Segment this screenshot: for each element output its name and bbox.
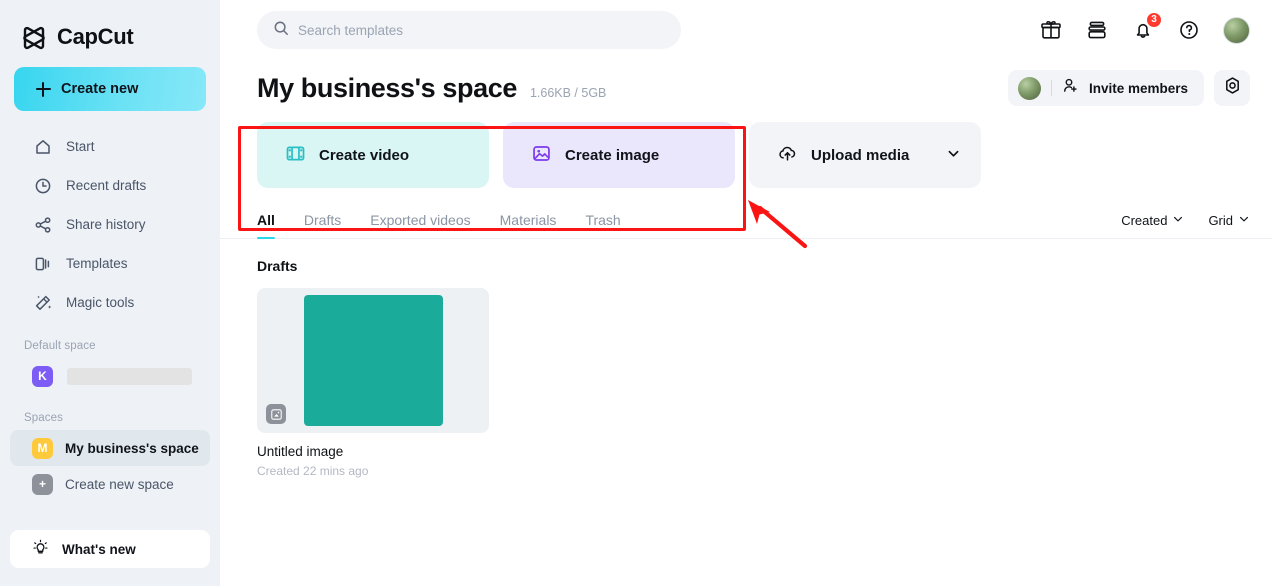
chevron-down-icon: [1238, 213, 1250, 228]
tab-materials[interactable]: Materials: [500, 212, 557, 238]
space-name-skeleton: [67, 367, 192, 385]
archive-icon[interactable]: [1085, 19, 1108, 42]
cloud-upload-icon: [777, 143, 798, 168]
whats-new-label: What's new: [62, 541, 136, 557]
lightbulb-icon: [32, 539, 49, 559]
drafts-section-title: Drafts: [257, 258, 298, 274]
invite-members-button[interactable]: Invite members: [1007, 70, 1204, 106]
create-new-button[interactable]: Create new: [14, 67, 206, 111]
sidebar-item-recent-drafts[interactable]: Recent drafts: [10, 166, 210, 205]
draft-card[interactable]: Untitled image Created 22 mins ago: [257, 288, 489, 478]
upload-media-label: Upload media: [811, 146, 910, 164]
gear-icon: [1223, 76, 1242, 100]
space-label: Create new space: [65, 476, 174, 492]
topbar: Search templates 3: [220, 0, 1272, 60]
tab-trash[interactable]: Trash: [585, 212, 620, 238]
sidebar-item-label: Share history: [66, 217, 146, 232]
sidebar-item-label: Recent drafts: [66, 178, 147, 193]
sidebar-default-space[interactable]: K: [10, 358, 210, 394]
page-header: My business's space 1.66KB / 5GB Invite …: [220, 60, 1272, 106]
create-new-label: Create new: [61, 81, 139, 97]
sidebar-item-label: Templates: [66, 256, 128, 271]
templates-icon: [34, 255, 52, 273]
storage-usage: 1.66KB / 5GB: [529, 85, 607, 100]
capcut-workspace-page: CapCut Create new Start Recent drafts Sh…: [0, 0, 1272, 586]
sidebar-item-share-history[interactable]: Share history: [10, 205, 210, 244]
tab-exported-videos[interactable]: Exported videos: [370, 212, 470, 238]
draft-subtitle: Created 22 mins ago: [257, 464, 369, 478]
brand: CapCut: [0, 0, 220, 56]
space-label: My business's space: [65, 440, 199, 456]
view-grid-dropdown[interactable]: Grid: [1208, 213, 1250, 228]
help-circle-icon[interactable]: [1177, 19, 1200, 42]
space-avatar-m: M: [32, 437, 53, 459]
chevron-down-icon: [1172, 213, 1184, 228]
search-icon: [273, 20, 289, 41]
bell-icon[interactable]: 3: [1131, 11, 1162, 42]
person-add-icon: [1062, 77, 1079, 99]
action-buttons-row: Create video Create image Upload media: [220, 106, 1272, 188]
share-icon: [34, 216, 52, 234]
draft-title: Untitled image: [257, 444, 344, 459]
page-title: My business's space: [257, 72, 517, 103]
spaces-label: Spaces: [24, 412, 63, 424]
plus-square-icon: +: [32, 473, 53, 495]
space-avatar-k: K: [32, 365, 53, 387]
magic-wand-icon: [34, 294, 52, 312]
topbar-actions: 3: [1039, 11, 1250, 44]
sort-created-dropdown[interactable]: Created: [1121, 213, 1184, 228]
search-placeholder: Search templates: [298, 22, 404, 38]
plus-icon: [36, 81, 51, 97]
image-icon: [531, 143, 552, 168]
sidebar-item-label: Start: [66, 139, 95, 154]
whats-new-button[interactable]: What's new: [10, 530, 210, 568]
draft-thumbnail[interactable]: [257, 288, 489, 433]
chevron-down-icon[interactable]: [946, 146, 961, 165]
content-area: Drafts Untitled image Created 22 mins ag…: [220, 239, 1272, 478]
sidebar-item-label: Magic tools: [66, 295, 135, 310]
member-avatar: [1017, 76, 1041, 100]
gift-icon[interactable]: [1039, 19, 1062, 42]
user-avatar[interactable]: [1223, 16, 1250, 44]
upload-media-button[interactable]: Upload media: [749, 122, 981, 188]
capcut-logo-icon: [20, 23, 48, 51]
divider: [1050, 80, 1052, 96]
main-area: Search templates 3 My business's space 1…: [220, 0, 1272, 586]
sidebar-item-templates[interactable]: Templates: [10, 244, 210, 283]
sidebar-item-magic-tools[interactable]: Magic tools: [10, 283, 210, 322]
tabs-bar: All Drafts Exported videos Materials Tra…: [220, 188, 1272, 239]
search-input[interactable]: Search templates: [257, 11, 681, 49]
header-actions: Invite members: [1007, 70, 1250, 106]
image-badge-icon: [266, 404, 286, 424]
home-icon: [34, 138, 52, 156]
notification-badge: 3: [1146, 11, 1162, 28]
invite-members-label: Invite members: [1088, 80, 1188, 96]
sidebar-item-start[interactable]: Start: [10, 127, 210, 166]
sidebar-create-new-space[interactable]: + Create new space: [10, 466, 210, 502]
brand-name: CapCut: [57, 23, 134, 49]
clock-icon: [34, 177, 52, 195]
tab-drafts[interactable]: Drafts: [304, 212, 341, 238]
film-icon: [285, 143, 306, 168]
list-controls: Created Grid: [1121, 213, 1250, 238]
sidebar-space-my-business[interactable]: M My business's space: [10, 430, 210, 466]
sidebar-nav: Start Recent drafts Share history Templa…: [0, 127, 220, 322]
sort-created-label: Created: [1121, 213, 1168, 228]
view-grid-label: Grid: [1208, 213, 1233, 228]
thumbnail-preview: [303, 295, 443, 426]
default-space-label: Default space: [24, 340, 96, 352]
create-video-button[interactable]: Create video: [257, 122, 489, 188]
settings-button[interactable]: [1214, 70, 1250, 106]
tab-all[interactable]: All: [257, 212, 275, 239]
create-image-button[interactable]: Create image: [503, 122, 735, 188]
sidebar: CapCut Create new Start Recent drafts Sh…: [0, 0, 220, 586]
create-video-label: Create video: [319, 146, 410, 164]
create-image-label: Create image: [565, 146, 660, 164]
